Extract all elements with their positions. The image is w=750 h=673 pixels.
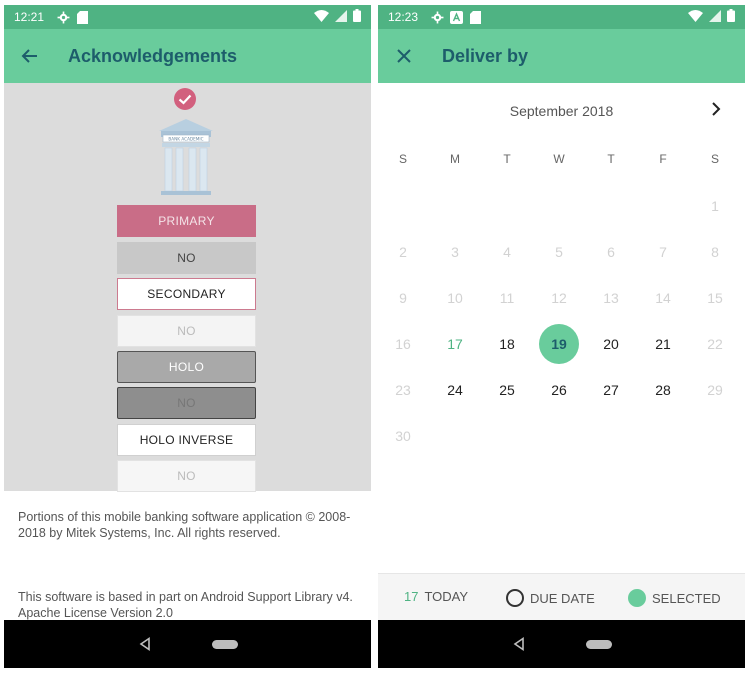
page-title: Acknowledgements (68, 45, 238, 66)
calendar-day[interactable]: 17 (435, 324, 475, 364)
legal-paragraph-android: This software is based in part on Androi… (18, 590, 353, 620)
settings-icon (56, 10, 70, 24)
acknowledgements-screen: 12:21 Acknowledgements BANK ACADEMIC PRI… (4, 5, 371, 668)
calendar-day: 8 (711, 244, 719, 260)
calendar-day[interactable]: 27 (591, 370, 631, 410)
nav-back-icon[interactable] (138, 637, 152, 651)
app-bar: Acknowledgements (4, 29, 371, 83)
calendar-day: 2 (399, 244, 407, 260)
calendar-day[interactable]: 26 (539, 370, 579, 410)
status-bar: 12:23 (378, 5, 745, 29)
holo-inverse-button[interactable]: HOLO INVERSE (117, 424, 256, 456)
wifi-icon (688, 9, 703, 25)
calendar-day: 29 (707, 382, 723, 398)
check-circle-icon (174, 88, 196, 110)
calendar-day: 13 (603, 290, 619, 306)
weekday-label: M (450, 152, 460, 166)
calendar-content: September 2018 SMTWTFS 1 2 3 4 5 6 7 8 9 10 11 12 13… (378, 83, 745, 620)
month-label: September 2018 (509, 103, 614, 119)
signal-icon (709, 9, 721, 25)
bank-building-logo: BANK ACADEMIC (159, 119, 213, 195)
nav-home-pill[interactable] (585, 639, 612, 649)
calendar-day: 6 (607, 244, 615, 260)
nav-back-icon[interactable] (512, 637, 526, 651)
calendar-day: 4 (503, 244, 511, 260)
page-title: Deliver by (442, 45, 529, 66)
calendar-day: 7 (659, 244, 667, 260)
back-arrow-icon[interactable] (18, 44, 42, 68)
nav-home-pill[interactable] (211, 639, 238, 649)
calendar-day: 23 (395, 382, 411, 398)
status-time: 12:21 (14, 10, 45, 24)
due-date-circle-icon (506, 589, 524, 607)
calendar-day: 12 (551, 290, 567, 306)
legend-selected: SELECTED (628, 589, 721, 607)
no-button-3[interactable]: NO (117, 387, 256, 419)
sd-card-icon (468, 10, 482, 24)
legend-today-label: TODAY (424, 589, 469, 604)
calendar-day: 16 (395, 336, 411, 352)
settings-icon (430, 10, 444, 24)
no-button-4[interactable]: NO (117, 460, 256, 492)
primary-button[interactable]: PRIMARY (117, 205, 256, 237)
button-demo-panel: BANK ACADEMIC PRIMARY NO SECONDARY NO HO… (4, 83, 371, 492)
calendar-day: 5 (555, 244, 563, 260)
weekday-label: F (659, 152, 667, 166)
selected-circle-icon (628, 589, 646, 607)
calendar-day: 15 (707, 290, 723, 306)
calendar-day[interactable]: 18 (487, 324, 527, 364)
bank-logo-text: BANK ACADEMIC (168, 137, 203, 142)
deliver-by-screen: 12:23 Deliver by September 2018 SMTWTFS … (378, 5, 745, 668)
calendar-day: 22 (707, 336, 723, 352)
chevron-right-icon[interactable] (708, 101, 724, 117)
no-button-1[interactable]: NO (117, 242, 256, 274)
calendar-day: 10 (447, 290, 463, 306)
app-notification-icon (449, 10, 463, 24)
calendar-day[interactable]: 24 (435, 370, 475, 410)
calendar-day[interactable]: 20 (591, 324, 631, 364)
weekday-label: S (398, 152, 407, 166)
signal-icon (335, 9, 347, 25)
sd-card-icon (75, 10, 89, 24)
calendar-day: 14 (655, 290, 671, 306)
calendar-day: 9 (399, 290, 407, 306)
calendar-day: 1 (711, 198, 719, 214)
battery-icon (353, 9, 361, 25)
status-bar: 12:21 (4, 5, 371, 29)
calendar-day: 11 (499, 290, 515, 306)
weekday-label: S (710, 152, 719, 166)
calendar-legend: 17 TODAY DUE DATE SELECTED (378, 573, 745, 620)
wifi-icon (314, 9, 329, 25)
legend-selected-label: SELECTED (652, 590, 721, 606)
legend-today: 17 TODAY (404, 589, 468, 604)
acknowledgements-content[interactable]: BANK ACADEMIC PRIMARY NO SECONDARY NO HO… (4, 83, 371, 620)
calendar-day-selected[interactable]: 19 (539, 324, 579, 364)
legal-paragraph-mitek: Portions of this mobile banking software… (18, 510, 351, 540)
no-button-2[interactable]: NO (117, 315, 256, 347)
weekday-label: T (607, 152, 615, 166)
calendar-day[interactable]: 28 (643, 370, 683, 410)
status-time: 12:23 (388, 10, 419, 24)
holo-button[interactable]: HOLO (117, 351, 256, 383)
battery-icon (727, 9, 735, 25)
system-nav-bar (4, 620, 371, 668)
calendar-day[interactable]: 25 (487, 370, 527, 410)
close-icon[interactable] (392, 44, 416, 68)
weekday-label: W (553, 152, 565, 166)
legend-due-date-label: DUE DATE (530, 590, 595, 606)
legend-today-number: 17 (404, 589, 419, 604)
legend-due-date: DUE DATE (506, 589, 595, 607)
app-bar: Deliver by (378, 29, 745, 83)
calendar-day: 3 (451, 244, 459, 260)
calendar-day[interactable]: 21 (643, 324, 683, 364)
secondary-button[interactable]: SECONDARY (117, 278, 256, 310)
system-nav-bar (378, 620, 745, 668)
calendar-day: 30 (395, 428, 411, 444)
weekday-label: T (503, 152, 511, 166)
